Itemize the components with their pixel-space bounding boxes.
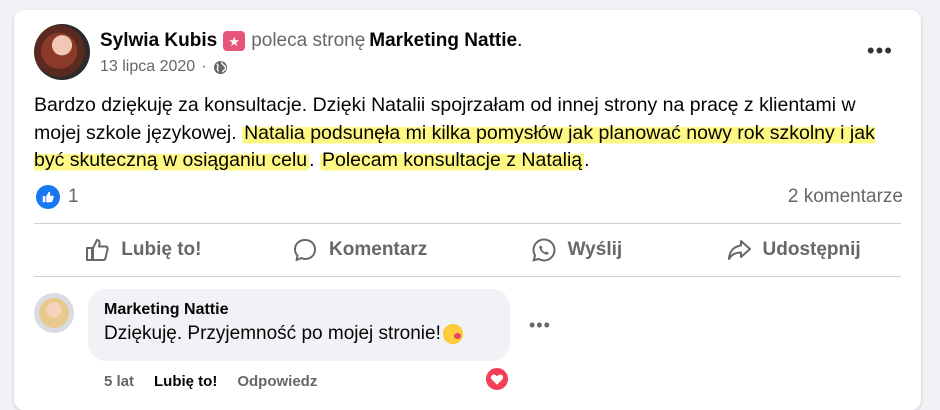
- share-button[interactable]: Udostępnij: [684, 228, 901, 272]
- send-button[interactable]: Wyślij: [468, 228, 685, 272]
- post-text-part: .: [309, 149, 320, 171]
- post-date[interactable]: 13 lipca 2020: [100, 58, 195, 76]
- page-name-link[interactable]: Marketing Nattie: [369, 30, 517, 51]
- author-name[interactable]: Sylwia Kubis: [100, 30, 217, 52]
- post-actions: Lubię to! Komentarz Wyślij Udostępnij: [34, 228, 901, 272]
- thumbs-up-icon: [86, 239, 109, 261]
- comment-button-label: Komentarz: [329, 239, 428, 260]
- post-text-part: .: [584, 149, 590, 171]
- like-button[interactable]: Lubię to!: [34, 228, 251, 272]
- heart-icon[interactable]: [484, 366, 510, 392]
- meta-separator: ·: [201, 58, 207, 75]
- share-button-label: Udostępnij: [762, 239, 861, 260]
- like-button-label: Lubię to!: [121, 239, 202, 260]
- comment-like-link[interactable]: Lubię to!: [154, 373, 217, 390]
- comment-age[interactable]: 5 lat: [104, 373, 134, 390]
- page-name-suffix: .: [517, 30, 523, 51]
- reactions-count: 1: [68, 186, 79, 207]
- comment-more-options-button[interactable]: •••: [529, 315, 551, 336]
- thumbs-up-icon: [36, 185, 60, 209]
- comment-button[interactable]: Komentarz: [251, 228, 468, 272]
- divider: [34, 223, 901, 224]
- post-header: Sylwia Kubis ★ poleca stronę Marketing N…: [100, 30, 522, 52]
- whatsapp-icon: [532, 238, 556, 262]
- post-meta: 13 lipca 2020 ·: [100, 58, 228, 76]
- author-avatar[interactable]: [34, 24, 90, 80]
- post-body: Bardzo dziękuję za konsultacje. Dzięki N…: [34, 92, 904, 175]
- comment-bubble: Marketing Nattie Dziękuję. Przyjemność p…: [88, 289, 510, 361]
- comments-count[interactable]: 2 komentarze: [788, 186, 903, 208]
- share-arrow-icon: [727, 240, 751, 260]
- recommend-star-icon: ★: [223, 31, 246, 51]
- post-card: Sylwia Kubis ★ poleca stronę Marketing N…: [14, 10, 921, 410]
- globe-icon: [213, 60, 227, 74]
- comment-text-row: Dziękuję. Przyjemność po mojej stronie!: [104, 323, 494, 345]
- comment-bubble-icon: [294, 239, 317, 261]
- send-button-label: Wyślij: [567, 239, 623, 260]
- post-more-options-button[interactable]: •••: [867, 40, 893, 62]
- comment-author[interactable]: Marketing Nattie: [104, 301, 494, 319]
- reactions-summary[interactable]: 1: [36, 185, 79, 209]
- comment-text: Dziękuję. Przyjemność po mojej stronie!: [104, 323, 441, 344]
- divider: [34, 276, 901, 277]
- recommend-text: poleca stronę: [251, 30, 366, 51]
- comment-meta: 5 lat Lubię to! Odpowiedz: [104, 373, 317, 390]
- blush-emoji-icon: [442, 324, 463, 344]
- post-text-highlight: Polecam konsultacje z Natalią: [320, 149, 585, 171]
- commenter-avatar[interactable]: [34, 293, 74, 333]
- comment-reply-link[interactable]: Odpowiedz: [237, 373, 317, 390]
